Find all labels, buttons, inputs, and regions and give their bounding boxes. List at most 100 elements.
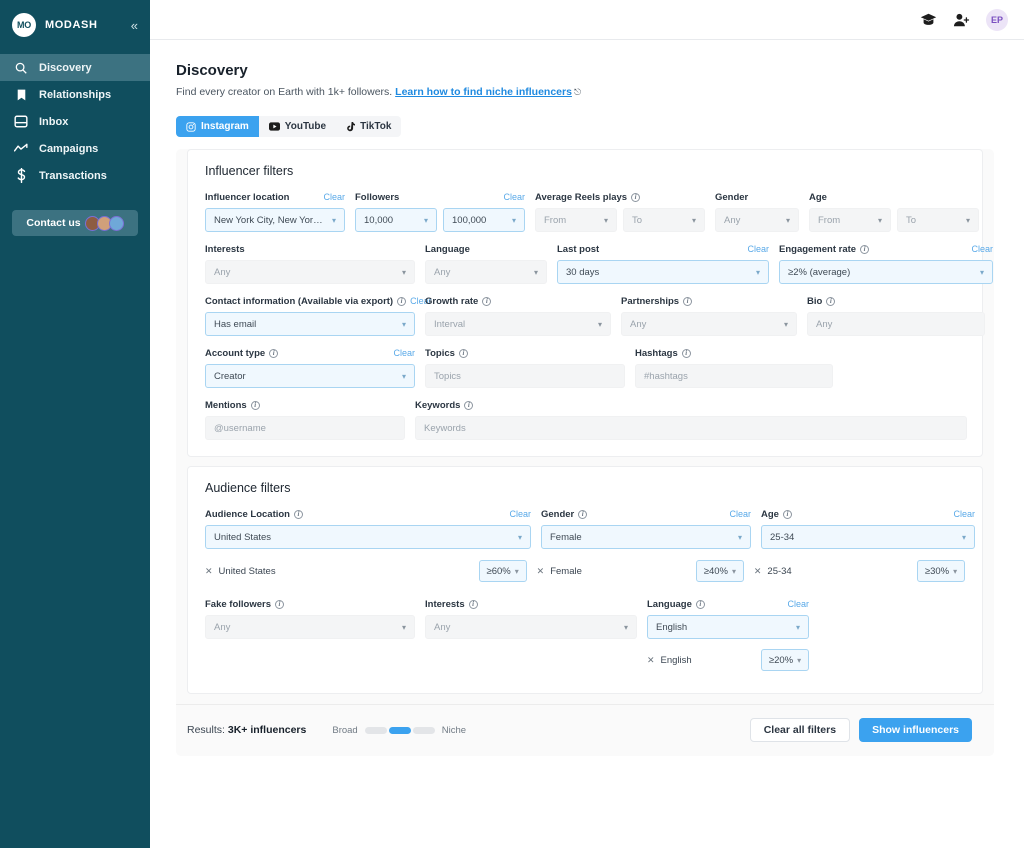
reels-plays-to-value: To: [632, 215, 686, 226]
chevron-down-icon: ▾: [796, 623, 800, 632]
clear-link[interactable]: Clear: [393, 348, 415, 358]
influencer-filters-card: Influencer filters Influencer location C…: [187, 149, 983, 457]
info-icon[interactable]: i: [269, 349, 278, 358]
info-icon[interactable]: i: [251, 401, 260, 410]
age-from-select[interactable]: From▾: [809, 208, 891, 232]
audience-interests-value: Any: [434, 622, 618, 633]
tab-youtube[interactable]: YouTube: [259, 116, 336, 137]
contact-information-select[interactable]: Has email▾: [205, 312, 415, 336]
sidebar-item-discovery[interactable]: Discovery: [0, 54, 150, 81]
sidebar-item-campaigns[interactable]: Campaigns: [0, 135, 150, 162]
chevron-down-icon: ▾: [692, 216, 696, 225]
clear-link[interactable]: Clear: [953, 509, 975, 519]
info-icon[interactable]: i: [469, 600, 478, 609]
chevron-down-icon: ▾: [518, 533, 522, 542]
audience-gender-percent-select[interactable]: ≥40%▾: [696, 560, 744, 582]
followers-min-select[interactable]: 10,000▾: [355, 208, 437, 232]
info-icon[interactable]: i: [682, 349, 691, 358]
audience-location-select[interactable]: United States▾: [205, 525, 531, 549]
growth-rate-select[interactable]: Interval▾: [425, 312, 611, 336]
add-user-icon[interactable]: [953, 13, 970, 27]
info-icon[interactable]: i: [459, 349, 468, 358]
contact-us-button[interactable]: Contact us: [12, 210, 138, 236]
filter-row-3: Contact information (Available via expor…: [205, 295, 965, 336]
info-icon[interactable]: i: [578, 510, 587, 519]
info-icon[interactable]: i: [696, 600, 705, 609]
gender-value: Any: [724, 215, 780, 226]
sidebar-item-transactions[interactable]: Transactions: [0, 162, 150, 189]
keywords-group: Keywords i Keywords: [415, 399, 967, 440]
info-icon[interactable]: i: [860, 245, 869, 254]
bio-input[interactable]: Any: [807, 312, 985, 336]
reels-plays-to-select[interactable]: To ▾: [623, 208, 705, 232]
hashtags-input[interactable]: #hashtags: [635, 364, 833, 388]
learn-how-link[interactable]: Learn how to find niche influencers: [395, 86, 572, 98]
info-icon[interactable]: i: [783, 510, 792, 519]
clear-link[interactable]: Clear: [509, 509, 531, 519]
reels-plays-from-select[interactable]: From▾: [535, 208, 617, 232]
followers-max-select[interactable]: 100,000▾: [443, 208, 525, 232]
info-icon[interactable]: i: [826, 297, 835, 306]
clear-link[interactable]: Clear: [323, 192, 345, 202]
label-text: Audience Location: [205, 509, 290, 520]
show-influencers-button[interactable]: Show influencers: [859, 718, 972, 742]
audience-age-percent-select[interactable]: ≥30%▾: [917, 560, 965, 582]
engagement-rate-label: Engagement rate i Clear: [779, 243, 993, 255]
audience-age-select[interactable]: 25-34▾: [761, 525, 975, 549]
label-text: Mentions: [205, 400, 247, 411]
info-icon[interactable]: i: [397, 297, 406, 306]
audience-row-1: Audience Location i Clear United States▾…: [205, 508, 965, 549]
info-icon[interactable]: i: [275, 600, 284, 609]
hashtags-label: Hashtags i: [635, 347, 833, 359]
clear-all-filters-button[interactable]: Clear all filters: [750, 718, 850, 742]
gender-select[interactable]: Any▾: [715, 208, 799, 232]
age-label: Age: [809, 191, 979, 203]
tab-tiktok[interactable]: TikTok: [336, 116, 401, 137]
topics-input[interactable]: Topics: [425, 364, 625, 388]
close-icon[interactable]: ✕: [205, 566, 213, 577]
engagement-rate-select[interactable]: ≥2% (average)▾: [779, 260, 993, 284]
label-text: Account type: [205, 348, 265, 359]
info-icon[interactable]: i: [482, 297, 491, 306]
clear-link[interactable]: Clear: [971, 244, 993, 254]
audience-interests-select[interactable]: Any▾: [425, 615, 637, 639]
info-icon[interactable]: i: [631, 193, 640, 202]
graduation-cap-icon[interactable]: [920, 13, 937, 27]
mentions-input[interactable]: @username: [205, 416, 405, 440]
partnerships-select[interactable]: Any▾: [621, 312, 797, 336]
audience-gender-select[interactable]: Female▾: [541, 525, 751, 549]
info-icon[interactable]: i: [294, 510, 303, 519]
last-post-select[interactable]: 30 days▾: [557, 260, 769, 284]
age-to-select[interactable]: To▾: [897, 208, 979, 232]
audience-language-select[interactable]: English▾: [647, 615, 809, 639]
chevron-down-icon: ▾: [515, 567, 519, 576]
interests-select[interactable]: Any▾: [205, 260, 415, 284]
clear-link[interactable]: Clear: [747, 244, 769, 254]
close-icon[interactable]: ✕: [647, 655, 655, 666]
gender-inputs: Any▾: [715, 208, 799, 232]
keywords-input[interactable]: Keywords: [415, 416, 967, 440]
fake-followers-select[interactable]: Any▾: [205, 615, 415, 639]
filter-row-5: Mentions i @username Keywords i: [205, 399, 965, 440]
user-avatar[interactable]: EP: [986, 9, 1008, 31]
clear-link[interactable]: Clear: [503, 192, 525, 202]
audience-language-percent-select[interactable]: ≥20%▾: [761, 649, 809, 671]
info-icon[interactable]: i: [464, 401, 473, 410]
audience-age-chip: ✕ 25-34: [754, 566, 792, 577]
sidebar-item-relationships[interactable]: Relationships: [0, 81, 150, 108]
sidebar-item-inbox[interactable]: Inbox: [0, 108, 150, 135]
keywords-label: Keywords i: [415, 399, 967, 411]
chevron-double-left-icon[interactable]: «: [131, 19, 138, 32]
clear-link[interactable]: Clear: [729, 509, 751, 519]
audience-location-percent-select[interactable]: ≥60%▾: [479, 560, 527, 582]
influencer-location-select[interactable]: New York City, New York, U...▾: [205, 208, 345, 232]
close-icon[interactable]: ✕: [754, 566, 762, 577]
account-type-select[interactable]: Creator▾: [205, 364, 415, 388]
close-icon[interactable]: ✕: [537, 566, 545, 577]
hashtags-value: #hashtags: [644, 371, 824, 382]
partnerships-value: Any: [630, 319, 778, 330]
clear-link[interactable]: Clear: [787, 599, 809, 609]
info-icon[interactable]: i: [683, 297, 692, 306]
tab-instagram[interactable]: Instagram: [176, 116, 259, 137]
language-select[interactable]: Any▾: [425, 260, 547, 284]
